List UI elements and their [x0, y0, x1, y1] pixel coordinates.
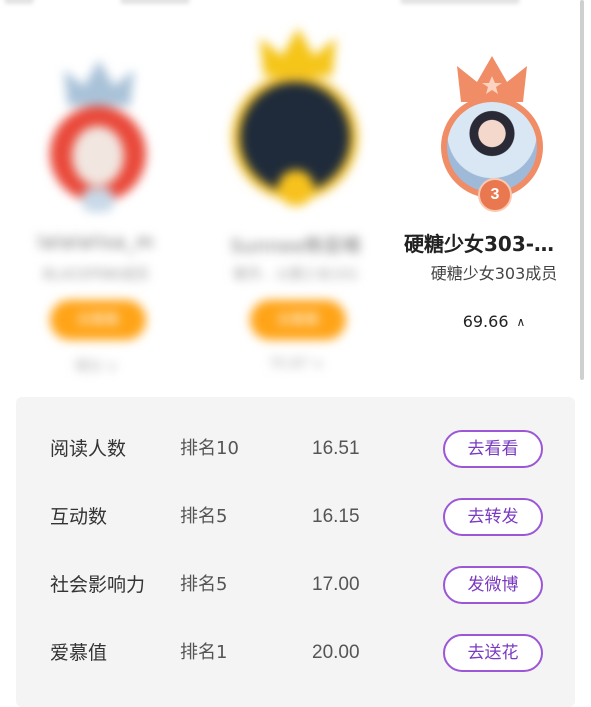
post-weibo-button[interactable]: 发微博	[443, 566, 543, 604]
send-flower-button[interactable]: 去送花	[443, 634, 543, 672]
leaderboard-card-rank2[interactable]: lalalalisa_m BLACKPINK成员 去看看 得分 ∨	[6, 20, 186, 390]
metric-label: 爱慕值	[50, 642, 108, 664]
metric-rank: 排名10	[180, 438, 239, 459]
rank-badge	[82, 188, 114, 212]
crown-icon	[64, 60, 134, 106]
card-score[interactable]: 70.87 ∨	[206, 356, 386, 372]
card-name: Sunnee杨芸晴	[230, 236, 362, 257]
leaderboard-card-rank1[interactable]: Sunnee杨芸晴 歌手、火箭少女101 去看看 70.87 ∨	[206, 20, 386, 390]
metric-rank: 排名5	[180, 574, 228, 595]
detail-row: 阅读人数 排名10 16.51 去看看	[16, 419, 575, 479]
metric-label: 互动数	[50, 506, 108, 528]
metric-value: 16.51	[312, 438, 360, 459]
card-desc: 硬糖少女303成员	[430, 264, 558, 283]
chevron-up-icon: ∧	[516, 315, 526, 329]
card-score-toggle[interactable]: 69.66 ∧	[404, 312, 584, 331]
view-button[interactable]: 去看看	[443, 430, 543, 468]
top-edge	[0, 0, 591, 6]
score-details-panel: 阅读人数 排名10 16.51 去看看 互动数 排名5 16.15 去转发 社会…	[16, 397, 575, 707]
detail-row: 互动数 排名5 16.15 去转发	[16, 487, 575, 547]
metric-value: 17.00	[312, 574, 360, 595]
avatar-photo	[72, 126, 124, 186]
metric-label: 阅读人数	[50, 438, 127, 460]
blurred-top-item	[120, 0, 190, 4]
card-action-button[interactable]: 去看看	[250, 300, 346, 340]
rank-badge	[278, 170, 314, 206]
blurred-top-item	[4, 0, 34, 4]
metric-rank: 排名5	[180, 506, 228, 527]
card-action-button[interactable]: 去看看	[50, 300, 146, 340]
card-name: lalalalisa_m	[37, 232, 155, 253]
metric-label: 社会影响力	[50, 574, 146, 596]
card-name[interactable]: 硬糖少女303-…	[404, 228, 584, 257]
repost-button[interactable]: 去转发	[443, 498, 543, 536]
card-score[interactable]: 得分 ∨	[6, 356, 186, 376]
score-value: 69.66	[462, 312, 509, 331]
detail-row: 社会影响力 排名5 17.00 发微博	[16, 555, 575, 615]
rank-badge: 3	[478, 178, 512, 212]
metric-value: 16.15	[312, 506, 360, 527]
detail-row: 爱慕值 排名1 20.00 去送花	[16, 623, 575, 683]
metric-value: 20.00	[312, 642, 360, 663]
card-desc: BLACKPINK成员	[42, 267, 150, 283]
crown-icon	[260, 28, 336, 76]
card-desc: 歌手、火箭少女101	[233, 267, 359, 283]
blurred-top-item	[400, 0, 520, 4]
metric-rank: 排名1	[180, 642, 228, 663]
